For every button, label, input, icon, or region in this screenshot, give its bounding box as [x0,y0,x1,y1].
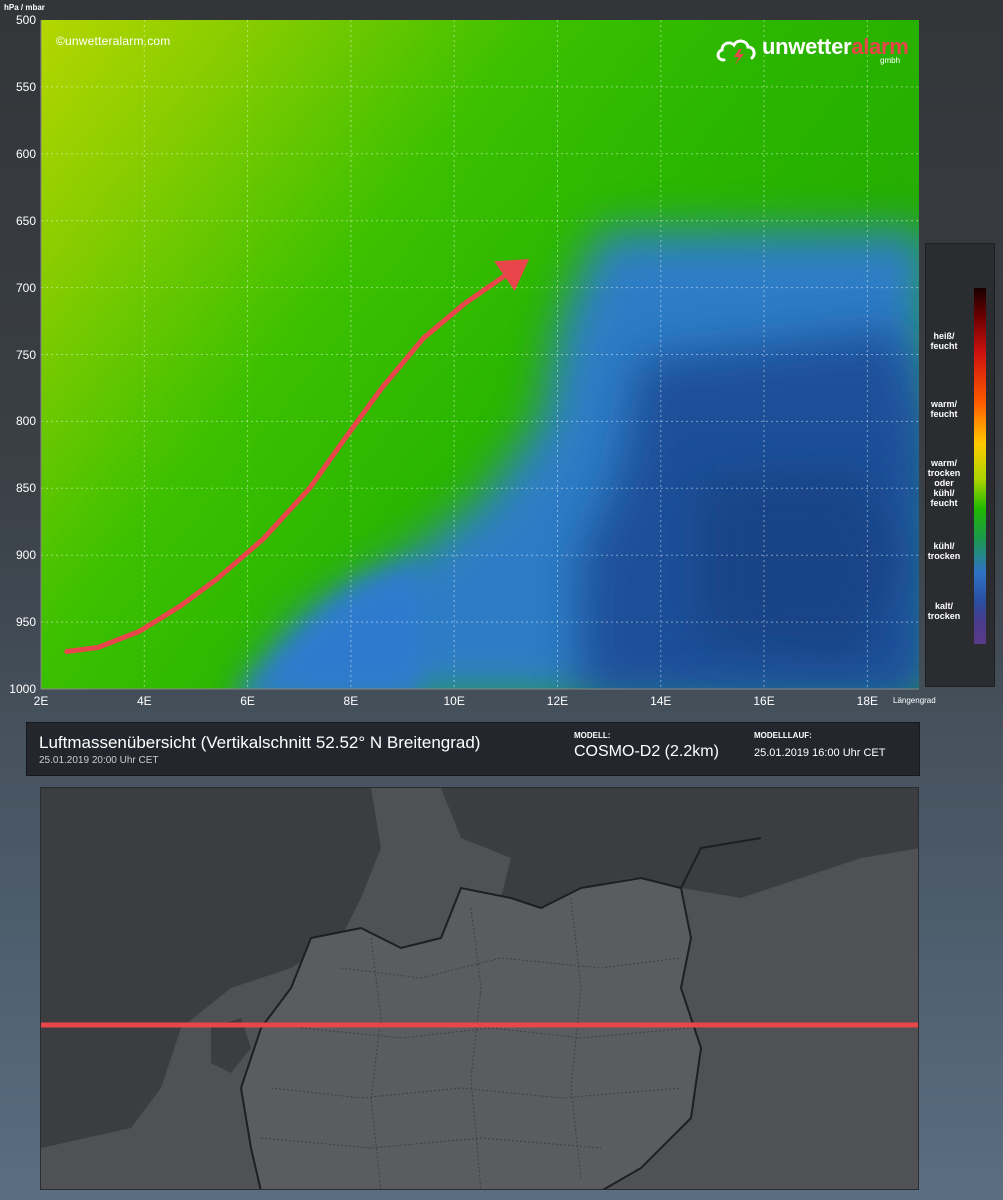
legend-color-bar [974,288,986,644]
legend-label-hot-humid: heiß/ feucht [930,331,958,351]
legend-label-warm-humid: warm/ feucht [930,399,958,419]
color-legend: heiß/ feucht warm/ feucht warm/ trocken … [925,243,995,687]
model-run-time: 25.01.2019 16:00 Uhr CET [754,747,886,759]
location-map [40,787,919,1190]
brand-sub: gmbh [880,56,901,65]
cloud-lightning-icon [716,39,756,65]
model-name: COSMO-D2 (2.2km) [574,743,719,760]
heatmap-region-deep-core [700,470,900,660]
legend-label-cold-dry: kalt/ trocken [927,601,961,621]
copyright-label: ©unwetteralarm.com [56,34,171,48]
legend-label-cool-dry: kühl/ trocken [927,541,961,561]
cross-section-chart [40,20,919,690]
valid-time: 25.01.2019 20:00 Uhr CET [39,755,159,766]
model-header: MODELL: [574,731,611,740]
brand-name: unwetter [762,34,852,59]
germany-map [41,788,918,1189]
run-header: MODELLLAUF: [754,731,812,740]
chart-title: Luftmassenübersicht (Vertikalschnitt 52.… [39,733,481,752]
legend-label-warm-dry: warm/ trocken oder kühl/ feucht [927,458,961,508]
info-bar: Luftmassenübersicht (Vertikalschnitt 52.… [26,722,920,776]
